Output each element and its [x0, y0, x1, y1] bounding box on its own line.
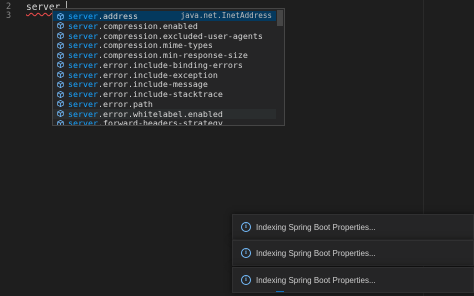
- suggest-match: server: [68, 20, 98, 31]
- suggest-label: .error.include-message: [97, 79, 208, 90]
- suggest-item[interactable]: server .error.include-exception: [53, 70, 276, 80]
- suggest-match: server: [68, 89, 98, 99]
- info-icon: i: [241, 248, 251, 258]
- suggest-match: server: [68, 59, 98, 70]
- notification-text: Indexing Spring Boot Properties...: [256, 222, 376, 232]
- suggest-item[interactable]: server .error.include-stacktrace: [53, 89, 276, 99]
- suggest-item[interactable]: server .compression.excluded-user-agents: [53, 31, 276, 41]
- suggest-item[interactable]: server .compression.mime-types: [53, 40, 276, 50]
- suggest-label: .forward-headers-strategy: [97, 118, 223, 126]
- suggest-detail: java.net.InetAddress: [180, 11, 272, 20]
- info-icon: i: [241, 222, 251, 232]
- property-icon: [57, 80, 64, 88]
- suggest-item[interactable]: server .error.include-message: [53, 79, 276, 89]
- suggest-match: server: [68, 11, 98, 21]
- suggest-label: .error.include-exception: [97, 69, 218, 80]
- line-number: 3: [6, 11, 12, 21]
- notification-text: Indexing Spring Boot Properties...: [256, 248, 376, 258]
- suggest-match: server: [68, 30, 98, 41]
- suggest-label: .compression.min-response-size: [97, 50, 248, 60]
- notification-text: Indexing Spring Boot Properties...: [256, 275, 376, 285]
- suggest-item[interactable]: server .forward-headers-strategy: [53, 118, 276, 126]
- info-icon: i: [241, 275, 251, 285]
- suggest-item[interactable]: server .compression.min-response-size: [53, 50, 276, 60]
- suggest-match: server: [68, 79, 98, 90]
- suggest-label: .error.include-binding-errors: [97, 59, 243, 70]
- suggest-match: server: [68, 40, 98, 51]
- suggest-match: server: [68, 69, 98, 80]
- suggest-label: .compression.excluded-user-agents: [97, 30, 263, 41]
- property-icon: [57, 41, 64, 49]
- notification-toast[interactable]: i Indexing Spring Boot Properties...: [232, 267, 474, 293]
- suggest-label: .error.path: [97, 98, 153, 109]
- suggest-item[interactable]: server .error.path: [53, 99, 276, 109]
- property-icon: [57, 100, 64, 108]
- property-icon: [57, 51, 64, 59]
- property-icon: [57, 31, 64, 40]
- suggest-scrollbar[interactable]: [277, 10, 283, 26]
- notification-progress: [276, 291, 284, 292]
- suggest-item[interactable]: server .error.include-binding-errors: [53, 60, 276, 70]
- suggest-item[interactable]: server .error.whitelabel.enabled: [53, 108, 276, 119]
- property-icon: [57, 119, 64, 125]
- property-icon: [57, 22, 64, 30]
- suggest-match: server: [68, 98, 98, 109]
- property-icon: [57, 109, 64, 118]
- suggest-label: .compression.mime-types: [97, 40, 213, 51]
- suggest-widget[interactable]: server .address java.net.InetAddress server…: [52, 8, 285, 126]
- suggest-label: .error.whitelabel.enabled: [97, 108, 223, 119]
- suggest-match: server: [68, 118, 98, 126]
- property-icon: [57, 61, 64, 69]
- suggest-match: server: [68, 50, 98, 60]
- notification-toast[interactable]: i Indexing Spring Boot Properties...: [232, 214, 474, 240]
- suggest-match: server: [68, 108, 98, 119]
- property-icon: [57, 12, 64, 20]
- property-icon: [57, 90, 64, 98]
- suggest-item[interactable]: server .address java.net.InetAddress: [53, 11, 276, 21]
- suggest-label: .compression.enabled: [97, 20, 198, 31]
- property-icon: [57, 70, 64, 79]
- notification-toast[interactable]: i Indexing Spring Boot Properties...: [232, 240, 474, 266]
- suggest-label: .address: [97, 11, 138, 21]
- suggest-label: .error.include-stacktrace: [97, 89, 223, 99]
- suggest-item[interactable]: server .compression.enabled: [53, 21, 276, 31]
